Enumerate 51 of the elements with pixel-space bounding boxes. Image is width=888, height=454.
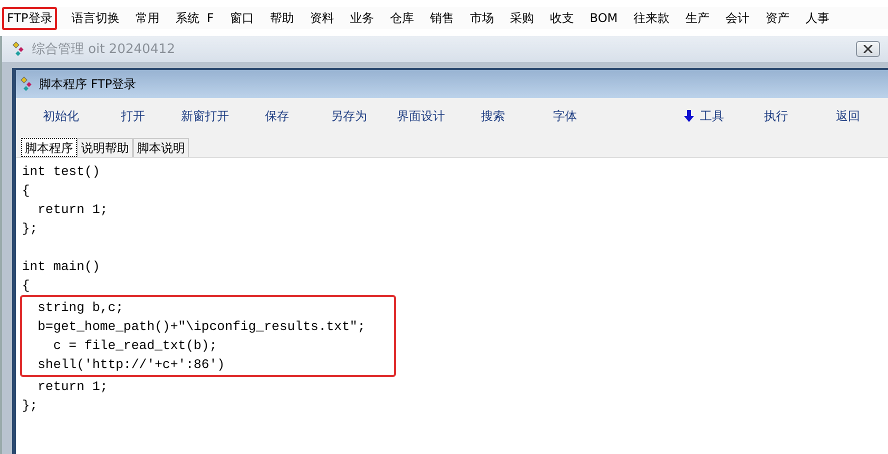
code-line: b=get_home_path()+"\ipconfig_results.txt"; [36, 318, 366, 336]
close-icon [863, 45, 873, 53]
toolbar-button[interactable]: 初始化 [25, 106, 97, 126]
toolbar-button[interactable]: 返回 [812, 106, 884, 126]
code-line: c = file_read_txt(b); [52, 337, 218, 355]
menu-item[interactable]: 会计 [724, 6, 752, 30]
code-line: return 1; [36, 201, 108, 219]
toolbar-button[interactable]: 搜索 [457, 106, 529, 126]
menu-item[interactable]: 帮助 [268, 6, 296, 30]
menu-item[interactable]: 资料 [308, 6, 336, 30]
menu-item[interactable]: 系统 F [173, 6, 216, 30]
toolbar-button[interactable]: 另存为 [313, 106, 385, 126]
menu-item[interactable]: 销售 [428, 6, 456, 30]
menu-item[interactable]: 业务 [348, 6, 376, 30]
window-title: 综合管理 oit 20240412 [32, 41, 176, 58]
code-line: string b,c; [36, 299, 124, 317]
menu-item[interactable]: 仓库 [388, 6, 416, 30]
code-editor[interactable]: int test() { return 1; }; int main() { string b,c; b=get_home_path()+"\ipconfig_results.txt"; c = file_read_txt(b); shell('http://'+c+':86') return 1; }; [16, 157, 888, 454]
code-line: shell('http://'+c+':86') [36, 356, 225, 374]
menu-item[interactable]: 人事 [804, 6, 832, 30]
code-line: { [22, 182, 30, 200]
menu-item[interactable]: 往来款 [632, 6, 672, 30]
menu-item[interactable]: 生产 [684, 6, 712, 30]
toolbar-button[interactable]: 字体 [529, 106, 601, 126]
code-line: return 1; [36, 378, 108, 396]
tab[interactable]: 说明帮助 [77, 138, 133, 157]
menu-item[interactable]: 语言切换 [69, 6, 122, 30]
menu-item[interactable]: 收支 [548, 6, 576, 30]
close-button[interactable] [856, 41, 880, 57]
menu-item[interactable]: BOM [588, 8, 620, 28]
menu-item[interactable]: 资产 [764, 6, 792, 30]
toolbar-button[interactable]: 执行 [740, 106, 812, 126]
tab[interactable]: 脚本说明 [133, 138, 189, 157]
menu-item[interactable]: FTP登录 [2, 6, 58, 30]
code-line: { [22, 277, 30, 295]
code-line: int test() [22, 163, 100, 181]
menu-item[interactable]: 采购 [508, 6, 536, 30]
menu-item[interactable]: 常用 [133, 6, 162, 30]
code-line: int main() [22, 258, 100, 276]
window-title: 脚本程序 FTP登录 [39, 76, 136, 92]
down-arrow-icon [684, 110, 694, 122]
menu-item[interactable]: 市场 [468, 6, 496, 30]
toolbar-button[interactable]: 工具 [668, 106, 740, 126]
menu-item[interactable]: 窗口 [228, 6, 256, 30]
toolbar-button[interactable]: 保存 [241, 106, 313, 126]
toolbar-button[interactable]: 新窗打开 [169, 106, 241, 126]
tab[interactable]: 脚本程序 [21, 138, 77, 157]
code-line: }; [22, 220, 38, 238]
toolbar-button[interactable]: 打开 [97, 106, 169, 126]
code-line: }; [22, 397, 38, 415]
toolbar-button[interactable]: 界面设计 [385, 106, 457, 126]
